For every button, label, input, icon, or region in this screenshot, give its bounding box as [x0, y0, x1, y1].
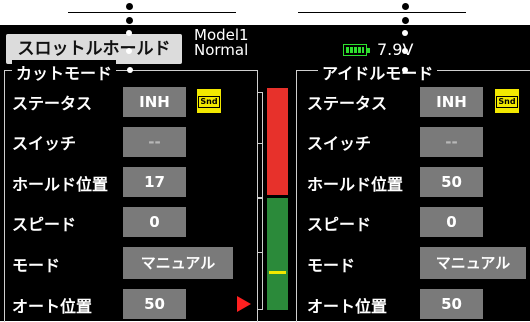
- cut-status-button[interactable]: INH: [123, 87, 186, 117]
- cut-mode-title: カットモード: [12, 60, 117, 84]
- callout-dot: [126, 3, 133, 10]
- cut-switch-label: スイッチ: [12, 134, 77, 153]
- idle-switch-button[interactable]: --: [420, 127, 483, 157]
- cut-auto-position-label: オート位置: [12, 297, 93, 316]
- hold-position-marker: [269, 271, 286, 274]
- cut-switch-button[interactable]: --: [123, 127, 186, 157]
- throttle-bar-upper: [267, 88, 288, 195]
- callout-dot: [126, 30, 132, 36]
- idle-mode-button[interactable]: マニュアル: [420, 247, 526, 279]
- callout-dot: [126, 48, 132, 54]
- idle-sound-icon[interactable]: Snd: [494, 88, 520, 114]
- idle-mode-title: アイドルモード: [318, 60, 438, 84]
- cut-hold-position-label: ホールド位置: [12, 175, 109, 194]
- cut-mode-button[interactable]: マニュアル: [123, 247, 233, 279]
- callout-dot: [126, 17, 133, 24]
- callout-dot: [402, 48, 408, 54]
- cut-auto-position-button[interactable]: 50: [123, 289, 186, 319]
- idle-speed-button[interactable]: 0: [420, 207, 483, 237]
- idle-speed-label: スピード: [307, 215, 372, 234]
- cut-speed-button[interactable]: 0: [123, 207, 186, 237]
- condition-name: Normal: [194, 41, 249, 59]
- cut-mode-label: モード: [12, 256, 61, 275]
- cut-status-label: ステータス: [12, 94, 93, 113]
- callout-dot: [402, 30, 408, 36]
- bar-tick: [257, 252, 262, 253]
- bar-bracket-top: [257, 92, 263, 198]
- callout-dot: [127, 67, 133, 73]
- idle-status-button[interactable]: INH: [420, 87, 483, 117]
- bar-bracket-bottom: [257, 198, 263, 310]
- cut-sound-icon[interactable]: Snd: [196, 88, 222, 114]
- callout-dot: [402, 3, 409, 10]
- cut-speed-label: スピード: [12, 215, 77, 234]
- idle-status-label: ステータス: [307, 94, 388, 113]
- idle-hold-position-label: ホールド位置: [307, 175, 404, 194]
- battery-icon: [343, 44, 370, 56]
- idle-hold-position-button[interactable]: 50: [420, 167, 483, 197]
- callout-dot: [402, 17, 409, 24]
- callout-line-right: [298, 12, 466, 13]
- idle-mode-label: モード: [307, 256, 356, 275]
- bar-tick: [257, 143, 262, 144]
- idle-switch-label: スイッチ: [307, 134, 372, 153]
- idle-auto-position-label: オート位置: [307, 297, 388, 316]
- idle-auto-position-button[interactable]: 50: [420, 289, 483, 319]
- throttle-pointer-icon: [237, 296, 251, 312]
- throttle-bar-lower: [267, 198, 288, 310]
- cut-hold-position-button[interactable]: 17: [123, 167, 186, 197]
- model-info: Model1 Normal: [194, 28, 249, 58]
- callout-dot: [402, 67, 408, 73]
- callout-line-left: [68, 12, 236, 13]
